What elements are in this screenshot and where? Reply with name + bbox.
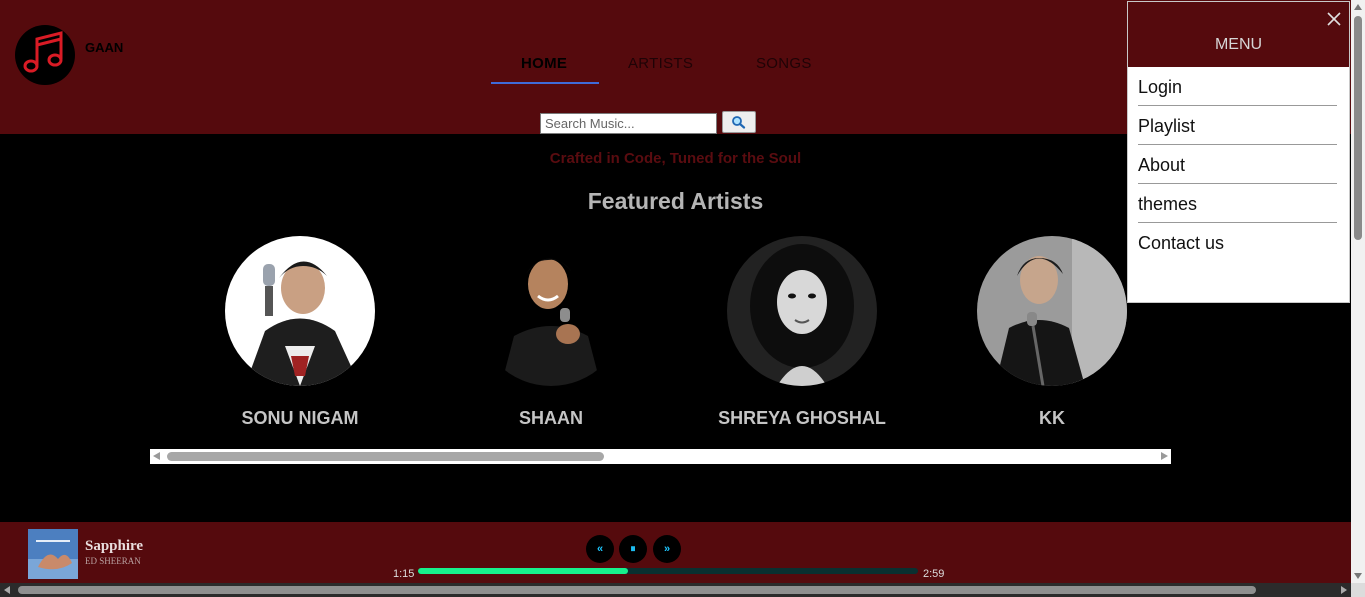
scrollbar-thumb[interactable] <box>18 586 1256 594</box>
scroll-left-icon[interactable] <box>4 586 10 594</box>
nav-songs[interactable]: SONGS <box>756 55 812 72</box>
album-cover <box>28 529 78 579</box>
scroll-right-icon[interactable] <box>1161 452 1168 460</box>
progress-fill <box>418 568 628 574</box>
artist-photo[interactable] <box>727 236 877 386</box>
search-button[interactable] <box>722 111 756 133</box>
page-horizontal-scrollbar[interactable] <box>0 583 1351 597</box>
page-vertical-scrollbar[interactable] <box>1351 0 1365 583</box>
menu-item-login[interactable]: Login <box>1138 67 1337 106</box>
nav-home[interactable]: HOME <box>521 55 567 72</box>
scroll-up-icon[interactable] <box>1354 4 1362 10</box>
menu-item-contact[interactable]: Contact us <box>1138 223 1337 261</box>
close-icon[interactable] <box>1325 10 1343 28</box>
menu-item-about[interactable]: About <box>1138 145 1337 184</box>
menu-item-themes[interactable]: themes <box>1138 184 1337 223</box>
song-title: Sapphire <box>85 538 144 554</box>
side-menu: MENU Login Playlist About themes Contact… <box>1127 1 1350 303</box>
next-button[interactable]: » <box>653 535 681 563</box>
artist-photo[interactable] <box>977 236 1127 386</box>
brand-name: GAAN <box>85 40 124 55</box>
current-time: 1:15 <box>393 568 415 580</box>
artist-card-sonu-nigam[interactable]: SONU NIGAM <box>200 236 400 429</box>
nav-active-indicator <box>491 82 599 84</box>
progress-bar[interactable] <box>418 568 918 574</box>
scroll-left-icon[interactable] <box>153 452 160 460</box>
artists-scrollbar[interactable] <box>150 449 1171 464</box>
artist-name: KK <box>1039 408 1065 428</box>
scroll-right-icon[interactable] <box>1341 586 1347 594</box>
search-input[interactable] <box>540 113 717 134</box>
search-icon <box>732 116 746 129</box>
scrollbar-thumb[interactable] <box>1354 16 1362 240</box>
artist-name: SHREYA GHOSHAL <box>718 408 886 428</box>
menu-header: MENU <box>1128 2 1349 67</box>
pause-button[interactable]: ⏸ <box>619 535 647 563</box>
scrollbar-thumb[interactable] <box>167 452 604 461</box>
artist-photo[interactable] <box>225 236 375 386</box>
artist-card-shreya-ghoshal[interactable]: SHREYA GHOSHAL <box>702 236 902 429</box>
artist-card-shaan[interactable]: SHAAN <box>451 236 651 429</box>
menu-item-playlist[interactable]: Playlist <box>1138 106 1337 145</box>
scrollbar-corner <box>1351 583 1365 597</box>
artist-name: SHAAN <box>518 408 583 428</box>
menu-title: MENU <box>1214 36 1263 53</box>
previous-button[interactable]: « <box>586 535 614 563</box>
music-player: Sapphire ED SHEERAN « ⏸ » 1:15 2:59 <box>0 522 1351 583</box>
scroll-down-icon[interactable] <box>1354 573 1362 579</box>
artist-photo[interactable] <box>476 236 626 386</box>
logo[interactable] <box>15 25 75 85</box>
artist-name: SONU NIGAM <box>241 408 359 428</box>
nav-artists[interactable]: ARTISTS <box>628 55 693 72</box>
duration: 2:59 <box>923 568 945 580</box>
song-artist: ED SHEERAN <box>85 556 141 566</box>
music-note-icon <box>23 31 63 73</box>
artist-card-kk[interactable]: KK <box>952 236 1152 429</box>
